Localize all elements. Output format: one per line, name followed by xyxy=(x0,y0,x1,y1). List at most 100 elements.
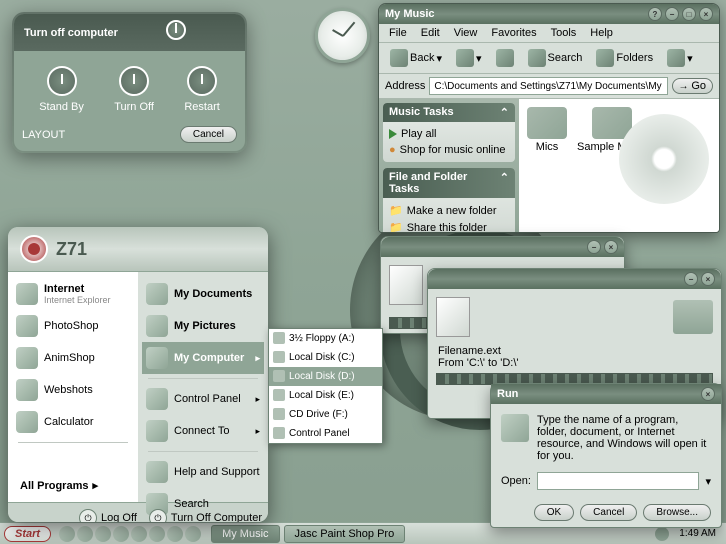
run-browse-button[interactable]: Browse... xyxy=(643,504,711,521)
maximize-icon[interactable]: □ xyxy=(682,7,696,21)
share-folder-link[interactable]: 📁Share this folder xyxy=(389,219,509,233)
separator xyxy=(148,451,258,452)
close-icon[interactable]: × xyxy=(604,240,618,254)
tray-icon[interactable] xyxy=(655,527,669,541)
pictures-icon xyxy=(146,315,168,337)
start-button[interactable]: Start xyxy=(4,526,51,542)
turnoff-button[interactable]: Turn Off xyxy=(114,66,154,113)
restart-button[interactable]: Restart xyxy=(184,66,219,113)
all-programs-button[interactable]: All Programs ▸ xyxy=(20,479,98,492)
standby-button[interactable]: Stand By xyxy=(39,66,84,113)
up-icon xyxy=(496,49,514,67)
menubar: File Edit View Favorites Tools Help xyxy=(379,24,719,43)
my-computer-submenu: 3½ Floppy (A:) Local Disk (C:) Local Dis… xyxy=(268,328,383,444)
ql-icon-3[interactable] xyxy=(95,526,111,542)
pinned-internet[interactable]: InternetInternet Explorer xyxy=(12,278,134,310)
minimize-icon[interactable]: − xyxy=(684,272,698,286)
connect-to[interactable]: Connect To▸ xyxy=(142,415,264,447)
task-my-music[interactable]: My Music xyxy=(211,525,279,543)
document-icon xyxy=(436,297,470,337)
ql-icon-2[interactable] xyxy=(77,526,93,542)
shutdown-button[interactable]: ⏻Turn Off Computer xyxy=(149,509,262,522)
help-support[interactable]: Help and Support xyxy=(142,456,264,488)
back-icon xyxy=(390,49,408,67)
menu-help[interactable]: Help xyxy=(584,26,619,40)
play-all-link[interactable]: Play all xyxy=(389,126,509,142)
ql-icon-4[interactable] xyxy=(113,526,129,542)
network-icon xyxy=(146,420,168,442)
chevron-right-icon: ▸ xyxy=(255,353,260,364)
computer-icon xyxy=(673,300,713,334)
run-prompt: Type the name of a program, folder, docu… xyxy=(537,414,711,462)
forward-button[interactable]: ▾ xyxy=(451,46,487,70)
shop-music-link[interactable]: ●Shop for music online xyxy=(389,142,509,158)
up-button[interactable] xyxy=(491,46,519,70)
power-icon: ⏻ xyxy=(149,509,167,522)
go-button[interactable]: → Go xyxy=(672,78,713,94)
task-psp[interactable]: Jasc Paint Shop Pro xyxy=(284,525,406,543)
collapse-icon[interactable]: ⌃ xyxy=(500,106,509,119)
pinned-calculator[interactable]: Calculator xyxy=(12,406,134,438)
my-documents[interactable]: My Documents xyxy=(142,278,264,310)
folder-mics[interactable]: Mics xyxy=(527,107,567,231)
close-icon[interactable]: × xyxy=(701,387,715,401)
power-icon xyxy=(166,20,186,40)
address-label: Address xyxy=(385,80,425,92)
pinned-photoshop[interactable]: PhotoShop xyxy=(12,310,134,342)
run-input[interactable] xyxy=(537,472,700,490)
drive-cd[interactable]: CD Drive (F:) xyxy=(269,405,382,424)
close-icon[interactable]: × xyxy=(701,272,715,286)
folder-icon xyxy=(527,107,567,139)
dropdown-icon[interactable]: ▾ xyxy=(705,475,711,488)
animshop-icon xyxy=(16,347,38,369)
username: Z71 xyxy=(56,239,87,260)
chevron-right-icon: ▸ xyxy=(255,426,260,437)
drive-floppy[interactable]: 3½ Floppy (A:) xyxy=(269,329,382,348)
back-button[interactable]: Back ▾ xyxy=(385,46,447,70)
my-pictures[interactable]: My Pictures xyxy=(142,310,264,342)
shutdown-cancel-button[interactable]: Cancel xyxy=(180,126,237,143)
ql-icon-1[interactable] xyxy=(59,526,75,542)
control-panel[interactable]: Control Panel▸ xyxy=(142,383,264,415)
help-icon[interactable]: ? xyxy=(648,7,662,21)
search-button[interactable]: Search xyxy=(523,46,588,70)
folders-button[interactable]: Folders xyxy=(591,46,658,70)
pinned-animshop[interactable]: AnimShop xyxy=(12,342,134,374)
ql-icon-6[interactable] xyxy=(149,526,165,542)
separator xyxy=(148,378,258,379)
my-computer[interactable]: My Computer▸ xyxy=(142,342,264,374)
desktop-clock xyxy=(315,8,370,63)
minimize-icon[interactable]: − xyxy=(665,7,679,21)
views-button[interactable]: ▾ xyxy=(662,46,698,70)
start-menu: Z71 InternetInternet Explorer PhotoShop … xyxy=(8,227,268,522)
drive-d[interactable]: Local Disk (D:) xyxy=(269,367,382,386)
webshots-icon xyxy=(16,379,38,401)
chevron-right-icon: ▸ xyxy=(92,479,98,492)
menu-file[interactable]: File xyxy=(383,26,413,40)
drive-c[interactable]: Local Disk (C:) xyxy=(269,348,382,367)
run-ok-button[interactable]: OK xyxy=(534,504,574,521)
ql-icon-8[interactable] xyxy=(185,526,201,542)
new-folder-link[interactable]: 📁Make a new folder xyxy=(389,202,509,219)
shutdown-title: Turn off computer xyxy=(24,27,118,39)
collapse-icon[interactable]: ⌃ xyxy=(500,171,509,195)
control-panel-icon xyxy=(146,388,168,410)
run-cancel-button[interactable]: Cancel xyxy=(580,504,637,521)
drive-e[interactable]: Local Disk (E:) xyxy=(269,386,382,405)
explorer-window: My Music ? − □ × File Edit View Favorite… xyxy=(378,3,720,233)
layout-label: LAYOUT xyxy=(22,129,65,141)
ql-icon-7[interactable] xyxy=(167,526,183,542)
minimize-icon[interactable]: − xyxy=(587,240,601,254)
logoff-button[interactable]: ⏻Log Off xyxy=(79,509,137,522)
close-icon[interactable]: × xyxy=(699,7,713,21)
menu-view[interactable]: View xyxy=(448,26,484,40)
run-dialog: Run× Type the name of a program, folder,… xyxy=(490,383,722,528)
pinned-webshots[interactable]: Webshots xyxy=(12,374,134,406)
play-icon xyxy=(389,129,397,139)
drive-control-panel[interactable]: Control Panel xyxy=(269,424,382,443)
menu-tools[interactable]: Tools xyxy=(545,26,583,40)
address-input[interactable] xyxy=(429,77,667,95)
menu-favorites[interactable]: Favorites xyxy=(485,26,542,40)
ql-icon-5[interactable] xyxy=(131,526,147,542)
menu-edit[interactable]: Edit xyxy=(415,26,446,40)
